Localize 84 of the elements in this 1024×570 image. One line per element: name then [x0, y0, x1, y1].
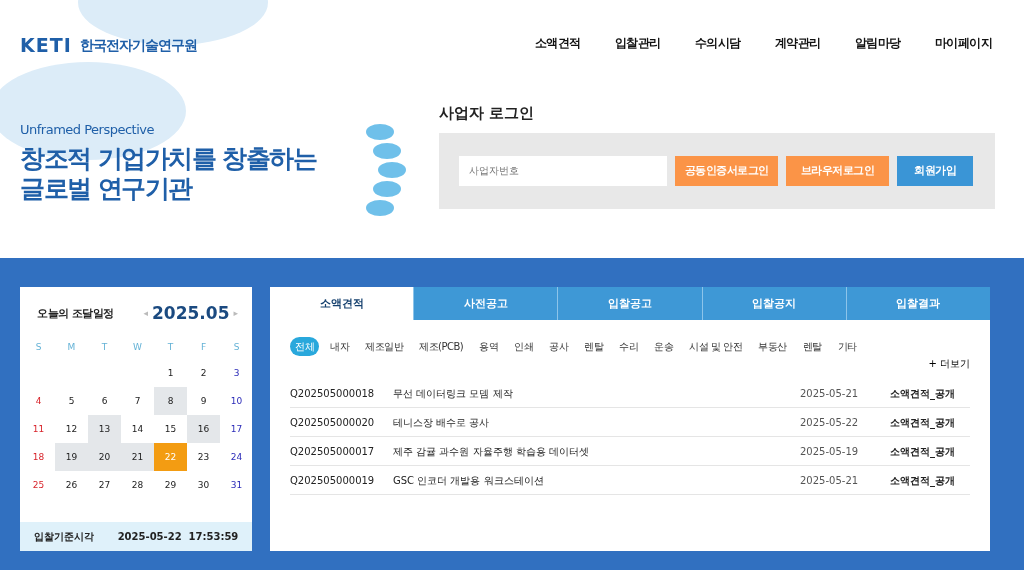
category-filter[interactable]: 렌탈	[579, 337, 609, 356]
category-filter[interactable]: 부동산	[753, 337, 792, 356]
category-filter[interactable]: 운송	[649, 337, 679, 356]
hero-subtitle: Unframed Perspective	[20, 121, 155, 139]
calendar-day[interactable]: 14	[121, 414, 154, 443]
calendar-day[interactable]: 18	[22, 442, 55, 471]
calendar-day[interactable]: 7	[121, 386, 154, 415]
notice-type-text: 소액견적_공개	[890, 445, 955, 457]
category-filter[interactable]: 기타	[832, 337, 862, 356]
notice-title-text[interactable]: GSC 인코더 개발용 워크스테이션	[393, 474, 544, 486]
hero-title-line: 창조적 기업가치를 창출하는	[20, 143, 318, 174]
calendar-month: 2025.05	[152, 302, 230, 325]
notice-type-text: 소액견적_공개	[890, 416, 955, 428]
calendar-day[interactable]: 28	[121, 470, 154, 499]
nav-link[interactable]: 마이페이지	[934, 33, 992, 52]
notice-id-text: Q202505000019	[290, 474, 375, 486]
calendar-title: 오늘의 조달일정	[37, 305, 114, 321]
calendar-day[interactable]: 23	[187, 442, 220, 471]
calendar-day[interactable]: 29	[154, 470, 187, 499]
category-filter[interactable]: 제조(PCB)	[414, 337, 469, 356]
category-filter[interactable]: 인쇄	[509, 337, 539, 356]
calendar-day[interactable]: 8	[154, 386, 187, 415]
notice-title-text[interactable]: 무선 데이터링크 모뎀 제작	[393, 387, 513, 399]
calendar-day[interactable]: 1	[154, 358, 187, 387]
notice-id-text: Q202505000018	[290, 387, 375, 399]
calendar-day[interactable]: 17	[220, 414, 253, 443]
notice-date-text: 2025-05-22	[800, 416, 859, 428]
calendar-day[interactable]: 4	[22, 386, 55, 415]
notice-date-text: 2025-05-19	[800, 445, 859, 457]
calendar-day[interactable]: 15	[154, 414, 187, 443]
weekday-label: S	[34, 340, 43, 354]
calendar-day[interactable]: 10	[220, 386, 253, 415]
category-filter[interactable]: 시설 및 안전	[684, 337, 748, 356]
nav-link[interactable]: 소액견적	[534, 33, 581, 52]
calendar-day[interactable]: 12	[55, 414, 88, 443]
more-link[interactable]: + 더보기	[928, 356, 970, 371]
calendar-day[interactable]: 24	[220, 442, 253, 471]
nav-link[interactable]: 알림마당	[854, 33, 901, 52]
weekday-label: T	[100, 340, 109, 354]
calendar-day[interactable]: 27	[88, 470, 121, 499]
calendar-day[interactable]: 30	[187, 470, 220, 499]
login-title: 사업자 로그인	[439, 103, 536, 124]
calendar-day[interactable]: 3	[220, 358, 253, 387]
weekday-label: W	[132, 340, 143, 354]
weekday-label: M	[66, 340, 77, 354]
notice-date-text: 2025-05-21	[800, 387, 859, 399]
nav-link[interactable]: 계약관리	[774, 33, 821, 52]
weekday-label: F	[199, 340, 208, 354]
category-filter[interactable]: 수리	[614, 337, 644, 356]
nav-link[interactable]: 수의시담	[694, 33, 741, 52]
calendar-day[interactable]: 9	[187, 386, 220, 415]
category-filter[interactable]: 용역	[474, 337, 504, 356]
calendar-day[interactable]: 5	[55, 386, 88, 415]
notice-type-text: 소액견적_공개	[890, 474, 955, 486]
calendar-day[interactable]: 11	[22, 414, 55, 443]
nav-link[interactable]: 입찰관리	[614, 33, 661, 52]
business-number-field[interactable]: 사업자번호	[459, 155, 667, 186]
calendar-day[interactable]: 2	[187, 358, 220, 387]
notice-title-text[interactable]: 테니스장 배수로 공사	[393, 416, 490, 428]
calendar-day[interactable]: 21	[121, 442, 154, 471]
reference-time: 2025-05-22 17:53:59	[117, 530, 239, 544]
category-filter[interactable]: 렌탈	[797, 337, 827, 356]
category-filter[interactable]: 공사	[544, 337, 574, 356]
calendar-day[interactable]: 13	[88, 414, 121, 443]
logo-mark[interactable]: KETI	[20, 30, 72, 60]
calendar-day[interactable]: 6	[88, 386, 121, 415]
notice-type-text: 소액견적_공개	[890, 387, 955, 399]
calendar-day[interactable]: 25	[22, 470, 55, 499]
hero-title-line: 글로벌 연구기관	[20, 173, 194, 204]
calendar-day[interactable]: 16	[187, 414, 220, 443]
notice-date-text: 2025-05-21	[800, 474, 859, 486]
notice-id-text: Q202505000020	[290, 416, 375, 428]
weekday-label: T	[166, 340, 175, 354]
category-filter[interactable]: 내자	[325, 337, 354, 356]
calendar-day[interactable]: 19	[55, 442, 88, 471]
reference-time-label: 입찰기준시각	[33, 530, 94, 544]
calendar-day[interactable]: 31	[220, 470, 253, 499]
notice-title-text[interactable]: 제주 감귤 과수원 자율주행 학습용 데이터셋	[393, 445, 589, 457]
weekday-label: S	[232, 340, 241, 354]
calendar-day[interactable]: 20	[88, 442, 121, 471]
notice-id-text: Q202505000017	[290, 445, 375, 457]
calendar-day[interactable]: 26	[55, 470, 88, 499]
logo-name[interactable]: 한국전자기술연구원	[79, 34, 197, 56]
category-filter[interactable]: 제조일반	[360, 337, 408, 356]
